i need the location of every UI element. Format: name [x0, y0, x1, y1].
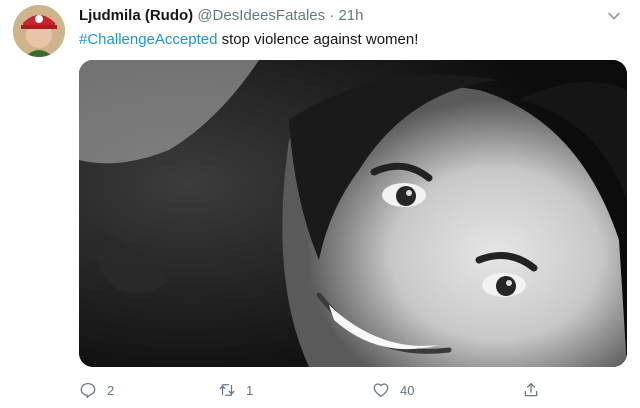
meta-separator: · [329, 7, 335, 24]
chevron-down-icon[interactable] [606, 8, 622, 24]
tweet-actions: 2 1 40 [79, 378, 627, 402]
share-icon [524, 382, 538, 397]
author-avatar[interactable] [13, 5, 65, 57]
retweet-count: 1 [246, 382, 254, 398]
selfie-photo-image [79, 60, 627, 367]
hashtag-link[interactable]: #ChallengeAccepted [79, 31, 217, 48]
like-count: 40 [400, 382, 415, 398]
tweet-text: #ChallengeAccepted stop violence against… [79, 30, 418, 50]
like-button[interactable]: 40 [372, 378, 414, 402]
reply-count: 2 [107, 382, 115, 398]
author-handle[interactable]: @DesIdeesFatales [197, 7, 325, 24]
retweet-button[interactable]: 1 [218, 378, 253, 402]
avatar-image [13, 5, 65, 57]
tweet-timestamp[interactable]: 21h [338, 7, 363, 24]
tweet-body-text: stop violence against women! [217, 31, 419, 48]
author-display-name[interactable]: Ljudmila (Rudo) [79, 7, 193, 24]
reply-button[interactable]: 2 [79, 378, 114, 402]
heart-icon [373, 383, 389, 398]
tweet-media-photo[interactable] [79, 60, 627, 367]
tweet-card[interactable]: Ljudmila (Rudo) @DesIdeesFatales · 21h #… [0, 0, 640, 408]
retweet-icon [219, 384, 235, 396]
tweet-header: Ljudmila (Rudo) @DesIdeesFatales · 21h [79, 6, 364, 26]
reply-icon [80, 382, 96, 398]
share-button[interactable] [522, 378, 550, 402]
